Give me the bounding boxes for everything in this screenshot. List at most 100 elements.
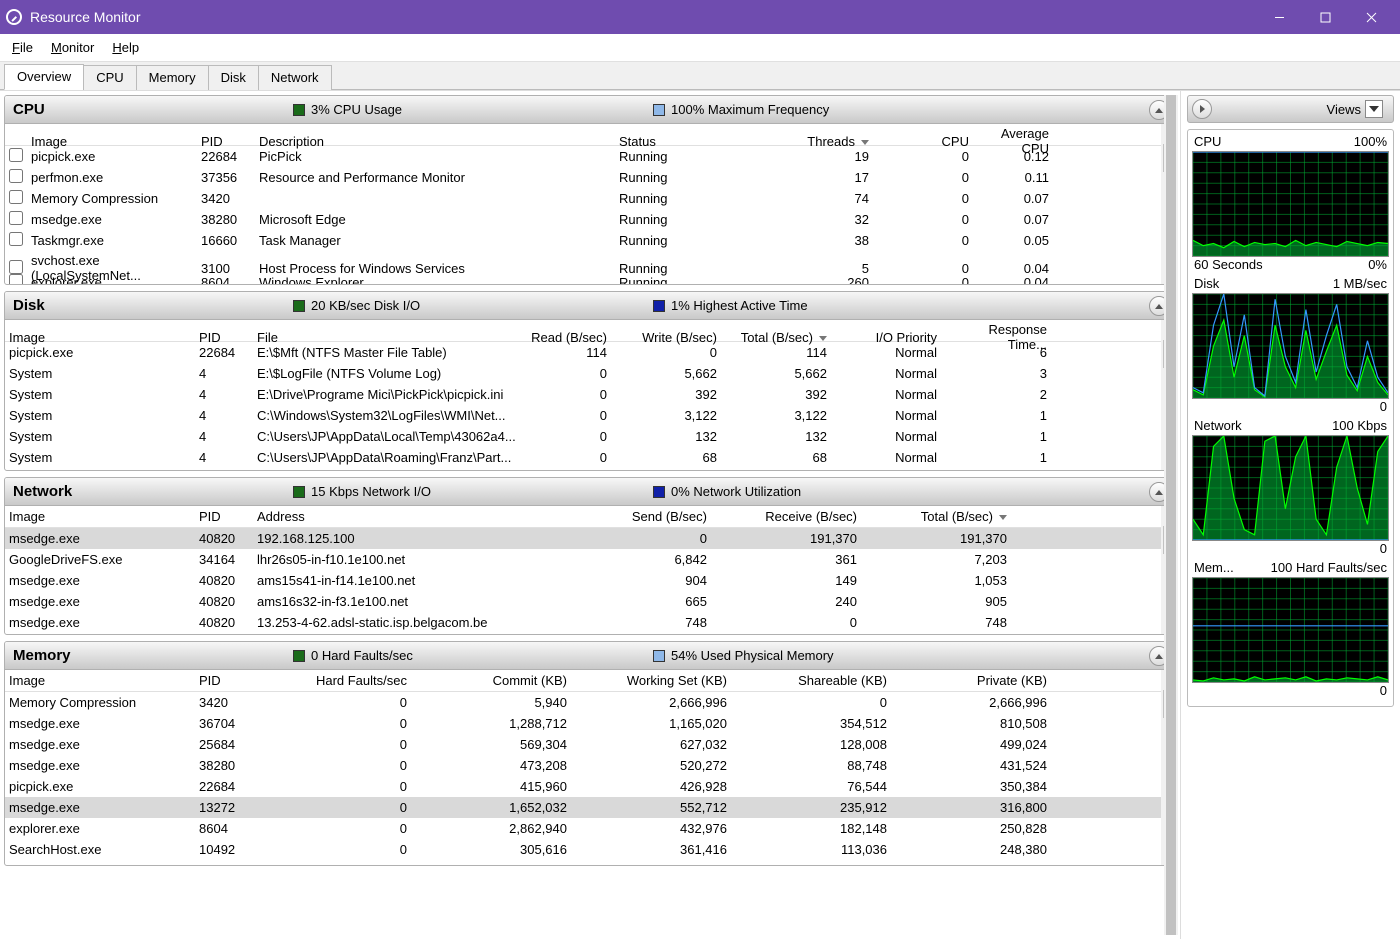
cell-cpu: 0: [879, 233, 979, 248]
menu-monitor[interactable]: Monitor: [51, 40, 94, 55]
cell-image: msedge.exe: [9, 800, 199, 815]
col-header[interactable]: CPU: [879, 134, 979, 149]
cell-read: 114: [517, 345, 617, 360]
row-checkbox[interactable]: [9, 274, 23, 284]
cell-recv: 191,370: [717, 531, 867, 546]
col-header[interactable]: File: [257, 330, 517, 345]
col-header[interactable]: I/O Priority: [837, 330, 947, 345]
table-row[interactable]: Taskmgr.exe16660Task ManagerRunning3800.…: [5, 230, 1175, 251]
views-bar: Views: [1187, 95, 1394, 123]
col-header[interactable]: PID: [199, 673, 257, 688]
table-row[interactable]: msedge.exe1327201,652,032552,712235,9123…: [5, 797, 1175, 818]
table-row[interactable]: SearchHost.exe104920305,616361,416113,03…: [5, 839, 1175, 860]
col-header[interactable]: Working Set (KB): [577, 673, 737, 688]
table-row[interactable]: Memory Compression342005,9402,666,99602,…: [5, 692, 1175, 713]
cell-total: 392: [727, 387, 837, 402]
maximize-button[interactable]: [1302, 0, 1348, 34]
menu-help[interactable]: Help: [112, 40, 139, 55]
tab-disk[interactable]: Disk: [208, 65, 259, 90]
table-row[interactable]: Memory Compression3420Running7400.07: [5, 188, 1175, 209]
views-dropdown[interactable]: Views: [1321, 98, 1389, 120]
table-row[interactable]: picpick.exe226840415,960426,92876,544350…: [5, 776, 1175, 797]
row-checkbox[interactable]: [9, 190, 23, 204]
cell-pid: 38280: [201, 212, 259, 227]
table-row[interactable]: msedge.exe3670401,288,7121,165,020354,51…: [5, 713, 1175, 734]
mem-hf-text: 0 Hard Faults/sec: [311, 648, 413, 663]
section-disk-header[interactable]: Disk 20 KB/sec Disk I/O 1% Highest Activ…: [5, 292, 1175, 320]
table-row[interactable]: msedge.exe38280Microsoft EdgeRunning3200…: [5, 209, 1175, 230]
row-checkbox[interactable]: [9, 211, 23, 225]
graph-title-label: Disk: [1194, 276, 1219, 291]
cell-pid: 40820: [199, 573, 257, 588]
table-row[interactable]: System4C:\Windows\System32\LogFiles\WMI\…: [5, 405, 1175, 426]
cell-read: 0: [517, 366, 617, 381]
cell-file: E:\$Mft (NTFS Master File Table): [257, 345, 517, 360]
chevron-right-icon[interactable]: [1192, 99, 1212, 119]
cell-status: Running: [619, 149, 779, 164]
row-checkbox[interactable]: [9, 169, 23, 183]
col-header[interactable]: Shareable (KB): [737, 673, 897, 688]
col-header[interactable]: Commit (KB): [417, 673, 577, 688]
col-header[interactable]: Status: [619, 134, 779, 149]
net-util-swatch: [653, 486, 665, 498]
menu-file[interactable]: File: [12, 40, 33, 55]
col-header[interactable]: Address: [257, 509, 577, 524]
cell-share: 76,544: [737, 779, 897, 794]
tab-memory[interactable]: Memory: [136, 65, 209, 90]
col-header[interactable]: Threads: [779, 134, 879, 149]
cell-image: System: [9, 429, 199, 444]
tab-cpu[interactable]: CPU: [83, 65, 136, 90]
tab-overview[interactable]: Overview: [4, 64, 84, 90]
col-header[interactable]: Image: [9, 330, 199, 345]
col-header[interactable]: Receive (B/sec): [717, 509, 867, 524]
close-button[interactable]: [1348, 0, 1394, 34]
table-row[interactable]: msedge.exe256840569,304627,032128,008499…: [5, 734, 1175, 755]
left-pane-scrollbar[interactable]: [1164, 95, 1178, 935]
table-row[interactable]: picpick.exe22684E:\$Mft (NTFS Master Fil…: [5, 342, 1175, 363]
col-header[interactable]: Hard Faults/sec: [257, 673, 417, 688]
table-row[interactable]: System4C:\Users\JP\AppData\Local\Temp\43…: [5, 426, 1175, 447]
col-header[interactable]: Total (B/sec): [867, 509, 1017, 524]
table-row[interactable]: System4C:\Users\JP\AppData\Roaming\Franz…: [5, 447, 1175, 468]
table-row[interactable]: GoogleDriveFS.exe34164lhr26s05-in-f10.1e…: [5, 549, 1175, 570]
cell-priv: 499,024: [897, 737, 1057, 752]
tab-network[interactable]: Network: [258, 65, 332, 90]
table-row[interactable]: picpick.exe22684PicPickRunning1900.12: [5, 146, 1175, 167]
disk-io-text: 20 KB/sec Disk I/O: [311, 298, 420, 313]
row-checkbox[interactable]: [9, 260, 23, 274]
cell-prio: Normal: [837, 408, 947, 423]
row-checkbox[interactable]: [9, 148, 23, 162]
col-header[interactable]: PID: [201, 134, 259, 149]
table-row[interactable]: msedge.exe382800473,208520,27288,748431,…: [5, 755, 1175, 776]
section-network-header[interactable]: Network 15 Kbps Network I/O 0% Network U…: [5, 478, 1175, 506]
col-header[interactable]: Read (B/sec): [517, 330, 617, 345]
section-cpu-header[interactable]: CPU 3% CPU Usage 100% Maximum Frequency: [5, 96, 1175, 124]
cell-cpu: 0: [879, 191, 979, 206]
col-header[interactable]: PID: [199, 509, 257, 524]
section-memory-header[interactable]: Memory 0 Hard Faults/sec 54% Used Physic…: [5, 642, 1175, 670]
col-header[interactable]: PID: [199, 330, 257, 345]
col-header[interactable]: Write (B/sec): [617, 330, 727, 345]
table-row[interactable]: perfmon.exe37356Resource and Performance…: [5, 167, 1175, 188]
col-header[interactable]: Image: [9, 673, 199, 688]
col-header[interactable]: Private (KB): [897, 673, 1057, 688]
titlebar: Resource Monitor: [0, 0, 1400, 34]
table-row[interactable]: msedge.exe4082013.253-4-62.adsl-static.i…: [5, 612, 1175, 633]
table-row[interactable]: System4E:\$LogFile (NTFS Volume Log)05,6…: [5, 363, 1175, 384]
cell-send: 904: [577, 573, 717, 588]
col-header[interactable]: Send (B/sec): [577, 509, 717, 524]
table-row[interactable]: msedge.exe40820192.168.125.1000191,37019…: [5, 528, 1175, 549]
table-row[interactable]: svchost.exe (LocalSystemNet...3100Host P…: [5, 251, 1175, 272]
col-header[interactable]: Image: [9, 509, 199, 524]
cell-pid: 4: [199, 450, 257, 465]
minimize-button[interactable]: [1256, 0, 1302, 34]
col-header[interactable]: Total (B/sec): [727, 330, 837, 345]
col-header[interactable]: Image: [31, 134, 201, 149]
col-header[interactable]: Description: [259, 134, 619, 149]
table-row[interactable]: System4E:\Drive\Programe Mici\PickPick\p…: [5, 384, 1175, 405]
table-row[interactable]: explorer.exe860402,862,940432,976182,148…: [5, 818, 1175, 839]
cell-pid: 22684: [201, 149, 259, 164]
row-checkbox[interactable]: [9, 232, 23, 246]
table-row[interactable]: msedge.exe40820ams16s32-in-f3.1e100.net6…: [5, 591, 1175, 612]
table-row[interactable]: msedge.exe40820ams15s41-in-f14.1e100.net…: [5, 570, 1175, 591]
